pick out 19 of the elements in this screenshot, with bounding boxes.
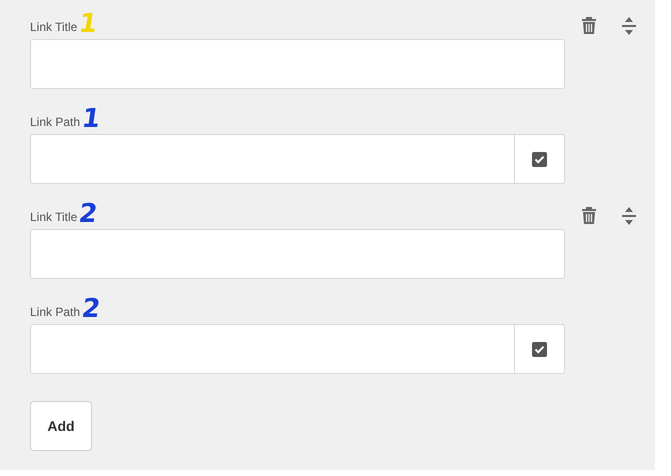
link-title-field[interactable] xyxy=(30,229,565,279)
add-button[interactable]: Add xyxy=(30,401,92,451)
field-label: Link Path xyxy=(30,306,80,321)
field-label: Link Title xyxy=(30,211,78,226)
checkbox[interactable] xyxy=(532,342,547,356)
link-path-field[interactable] xyxy=(30,134,565,184)
link-title-field[interactable] xyxy=(30,39,565,89)
handwritten-number: 1 xyxy=(78,11,100,37)
delete-icon[interactable] xyxy=(582,17,596,35)
drag-handle-icon[interactable] xyxy=(622,207,636,225)
handwritten-number: 2 xyxy=(80,296,102,322)
checkbox[interactable] xyxy=(532,152,547,166)
handwritten-number: 2 xyxy=(78,201,100,227)
drag-handle-icon[interactable] xyxy=(622,17,636,35)
link-path-field[interactable] xyxy=(30,324,565,374)
delete-icon[interactable] xyxy=(582,207,596,225)
field-label: Link Title xyxy=(30,21,78,36)
handwritten-number: 1 xyxy=(80,106,102,132)
field-label: Link Path xyxy=(30,116,80,131)
